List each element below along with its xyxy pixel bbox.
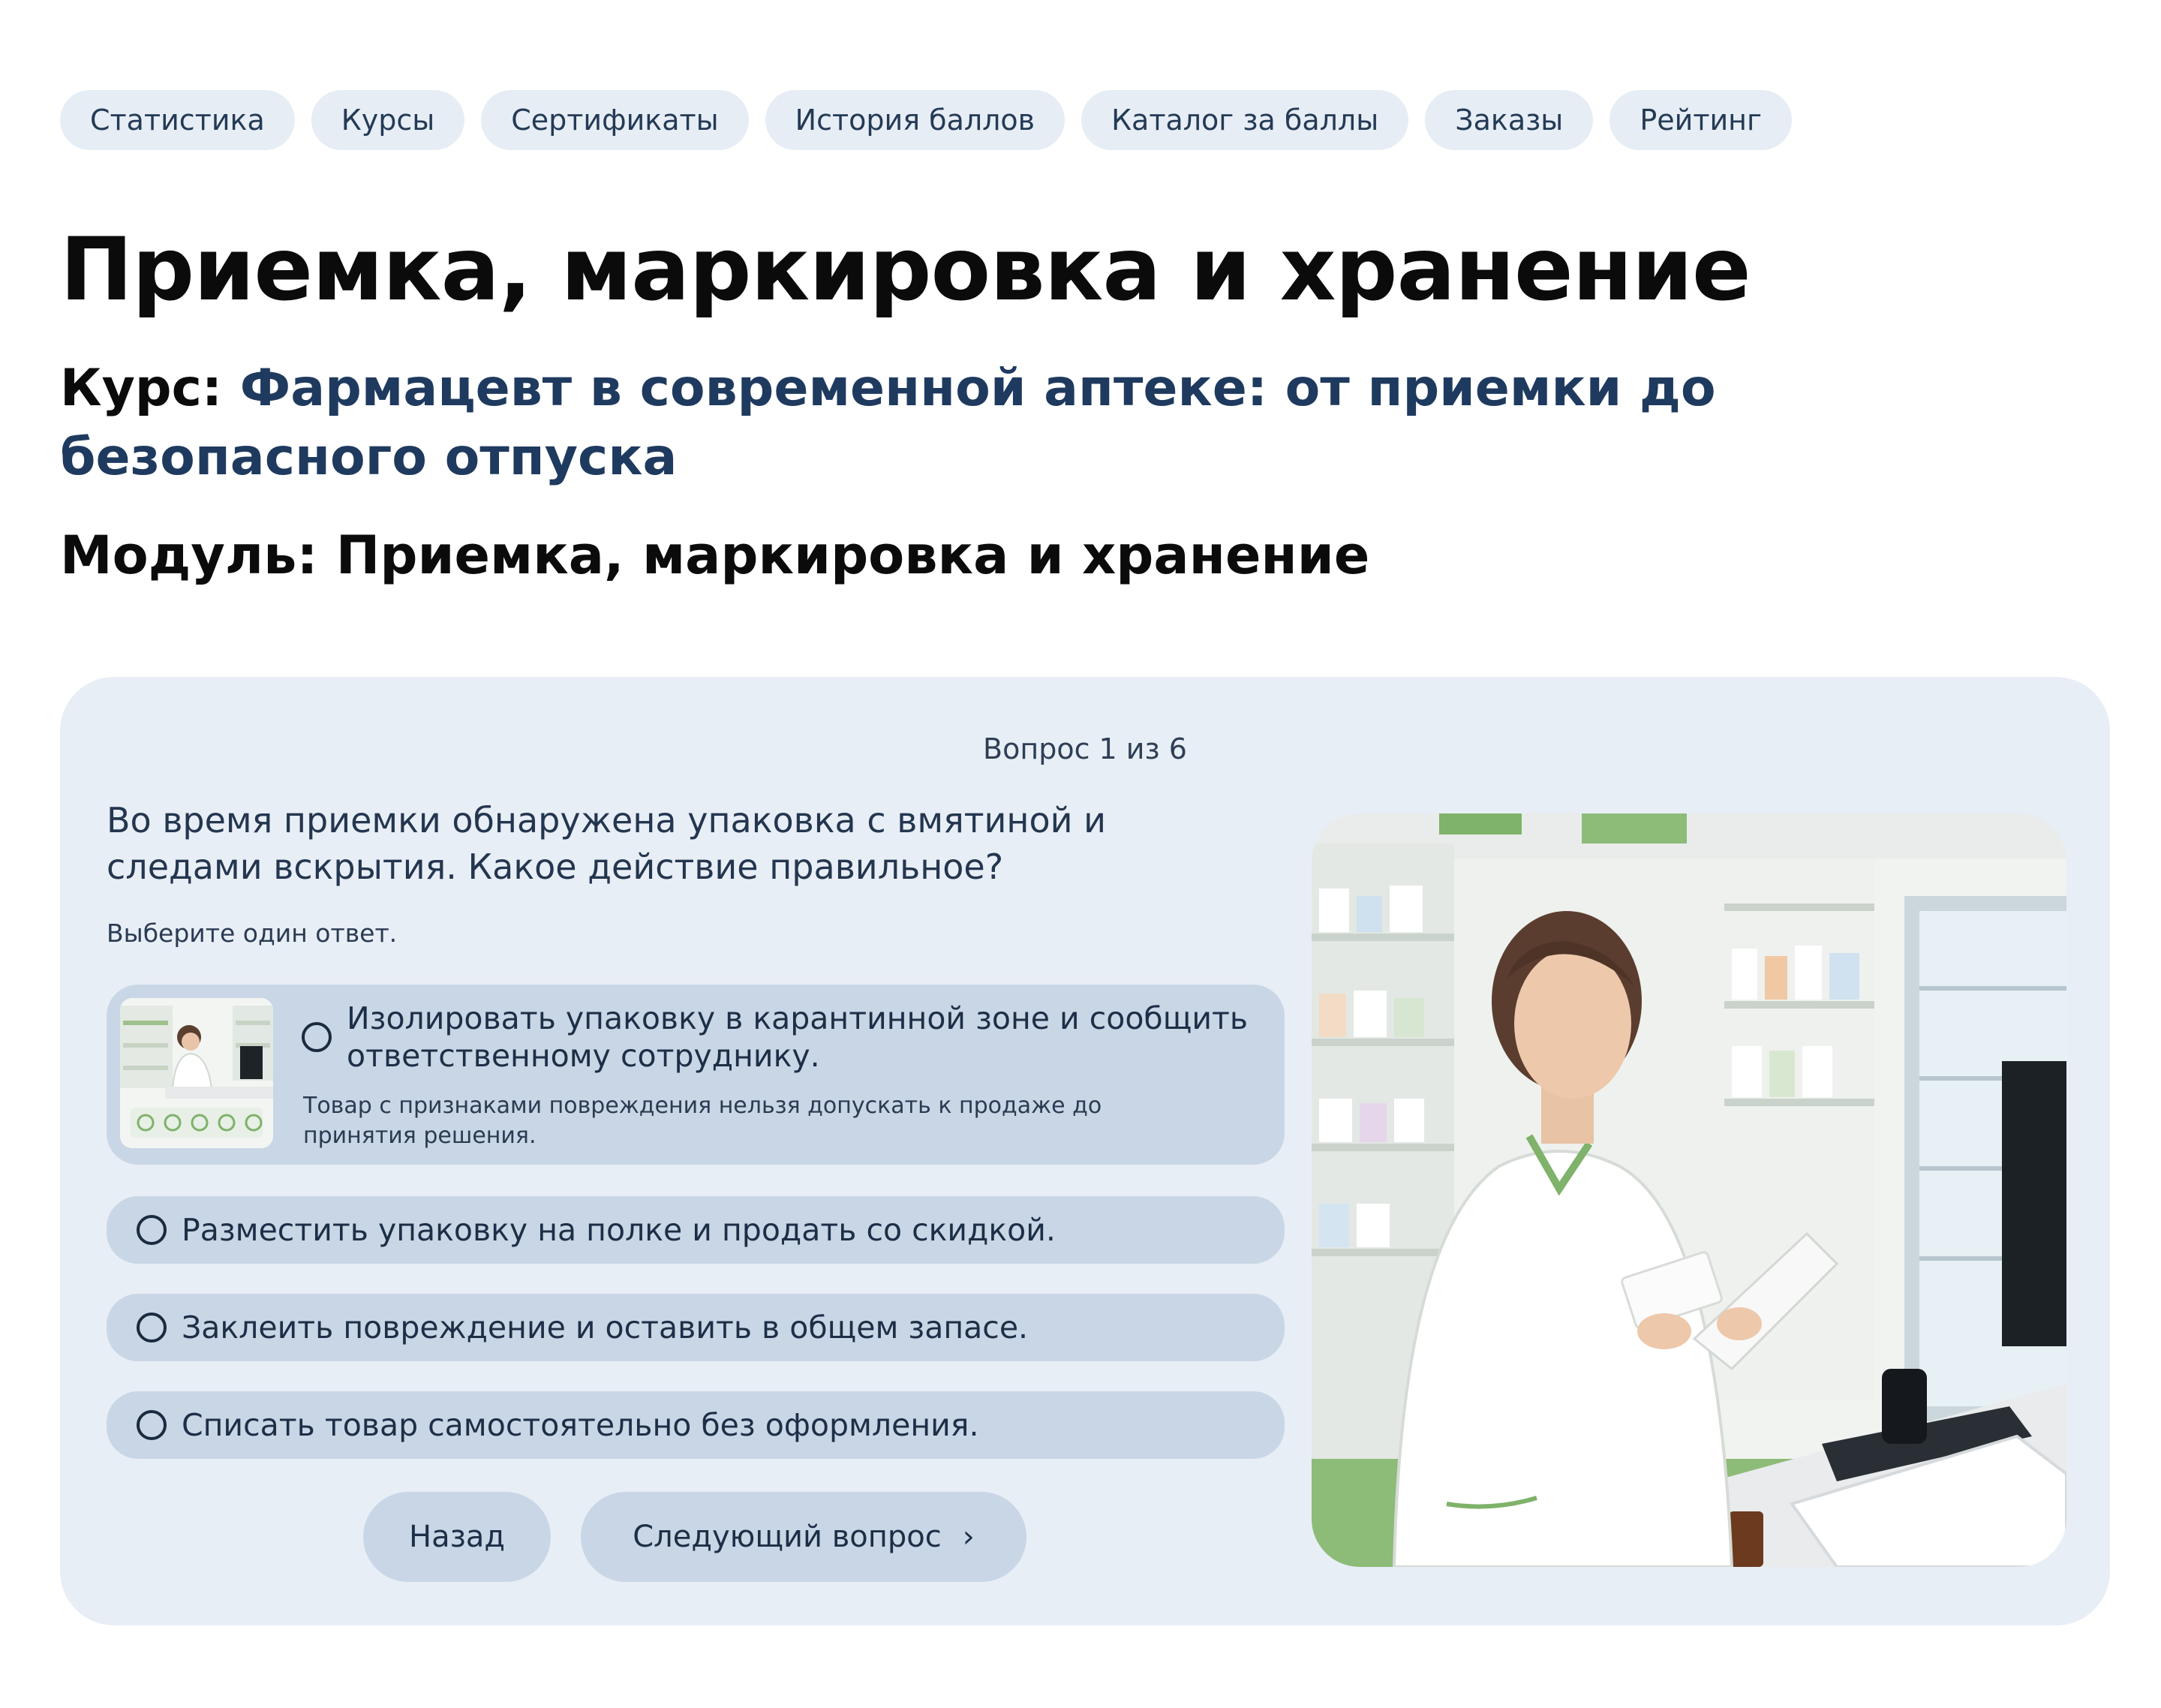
module-line: Модуль: Приемка, маркировка и хранение	[60, 525, 1370, 586]
nav-courses[interactable]: Курсы	[311, 90, 465, 150]
nav-certificates[interactable]: Сертификаты	[481, 90, 749, 150]
back-button-label: Назад	[408, 1520, 506, 1554]
answer-thumbnail	[120, 998, 273, 1148]
answer-text-3: Заклеить повреждение и оставить в общем …	[182, 1310, 1029, 1346]
nav-statistics[interactable]: Статистика	[60, 90, 295, 150]
answer-option-1[interactable]: Изолировать упаковку в карантинной зоне …	[107, 985, 1285, 1165]
chevron-right-icon: ›	[962, 1520, 975, 1554]
answer-radio-4[interactable]	[137, 1410, 167, 1440]
answer-option-2[interactable]: Разместить упаковку на полке и продать с…	[107, 1196, 1285, 1264]
nav-points-catalog[interactable]: Каталог за баллы	[1081, 90, 1409, 150]
course-line: Курс: Фармацевт в современной аптеке: от…	[60, 354, 2041, 492]
answer-option-3[interactable]: Заклеить повреждение и оставить в общем …	[107, 1294, 1285, 1361]
answer-radio-3[interactable]	[137, 1313, 167, 1343]
nav-rating[interactable]: Рейтинг	[1609, 90, 1792, 150]
quiz-page: Статистика Курсы Сертификаты История бал…	[0, 0, 2161, 1708]
answer-option-4[interactable]: Списать товар самостоятельно без оформле…	[107, 1391, 1285, 1459]
answer-radio-2[interactable]	[137, 1215, 167, 1245]
answer-text-2: Разместить упаковку на полке и продать с…	[182, 1212, 1056, 1248]
back-button[interactable]: Назад	[363, 1492, 551, 1582]
nav-points-history[interactable]: История баллов	[765, 90, 1065, 150]
question-progress: Вопрос 1 из 6	[983, 732, 1187, 765]
answer-explanation-1: Товар с признаками повреждения нельзя до…	[303, 1093, 1102, 1149]
quiz-card: Вопрос 1 из 6 Во время приемки обнаружен…	[60, 677, 2110, 1625]
course-link[interactable]: Фармацевт в современной аптеке: от прием…	[60, 359, 1716, 487]
page-title: Приемка, маркировка и хранение	[60, 219, 1751, 320]
course-label: Курс:	[60, 359, 223, 418]
pharmacist-photo	[1312, 813, 2066, 1567]
next-button-label: Следующий вопрос	[633, 1520, 942, 1554]
question-text: Во время приемки обнаружена упаковка с в…	[107, 800, 1107, 887]
answer-text-1: Изолировать упаковку в карантинной зоне …	[347, 1000, 1249, 1074]
nav-orders[interactable]: Заказы	[1425, 90, 1594, 150]
answer-text-4: Списать товар самостоятельно без оформле…	[182, 1407, 979, 1443]
question-illustration	[1312, 813, 2066, 1567]
answer-hint: Выберите один ответ.	[107, 919, 398, 948]
pharmacist-thumbnail-illustration	[120, 998, 273, 1148]
next-question-button[interactable]: Следующий вопрос ›	[581, 1492, 1026, 1582]
answer-radio-1[interactable]	[302, 1022, 332, 1052]
top-nav: Статистика Курсы Сертификаты История бал…	[60, 90, 1792, 150]
